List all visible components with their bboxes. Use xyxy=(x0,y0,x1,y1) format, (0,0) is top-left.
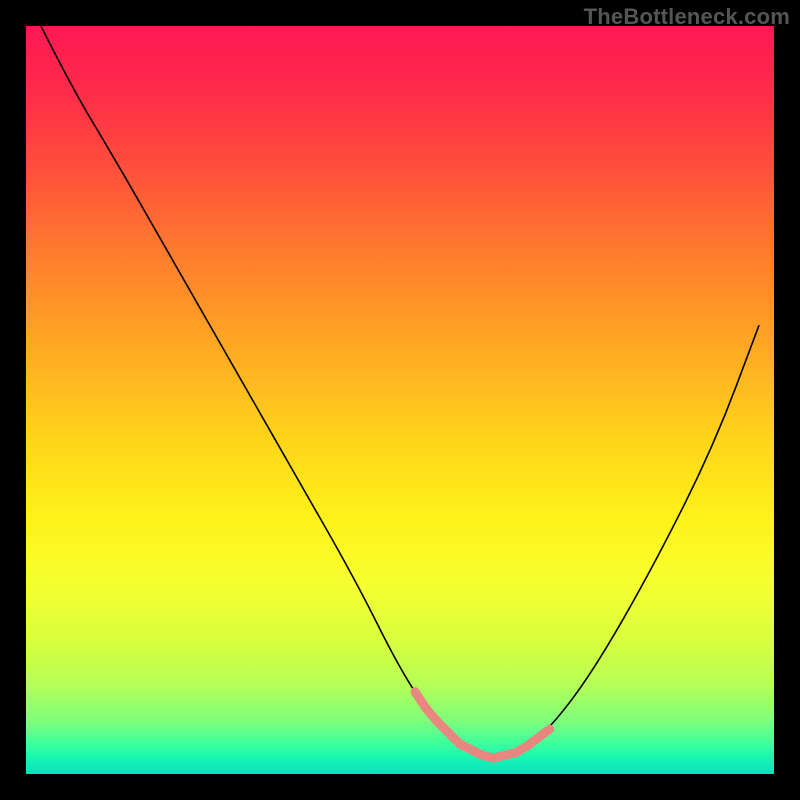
watermark-text: TheBottleneck.com xyxy=(584,4,790,30)
minimum-marker xyxy=(415,692,550,758)
bottleneck-curve xyxy=(41,26,759,757)
chart-svg xyxy=(26,26,774,774)
chart-frame: TheBottleneck.com xyxy=(0,0,800,800)
plot-area xyxy=(26,26,774,774)
